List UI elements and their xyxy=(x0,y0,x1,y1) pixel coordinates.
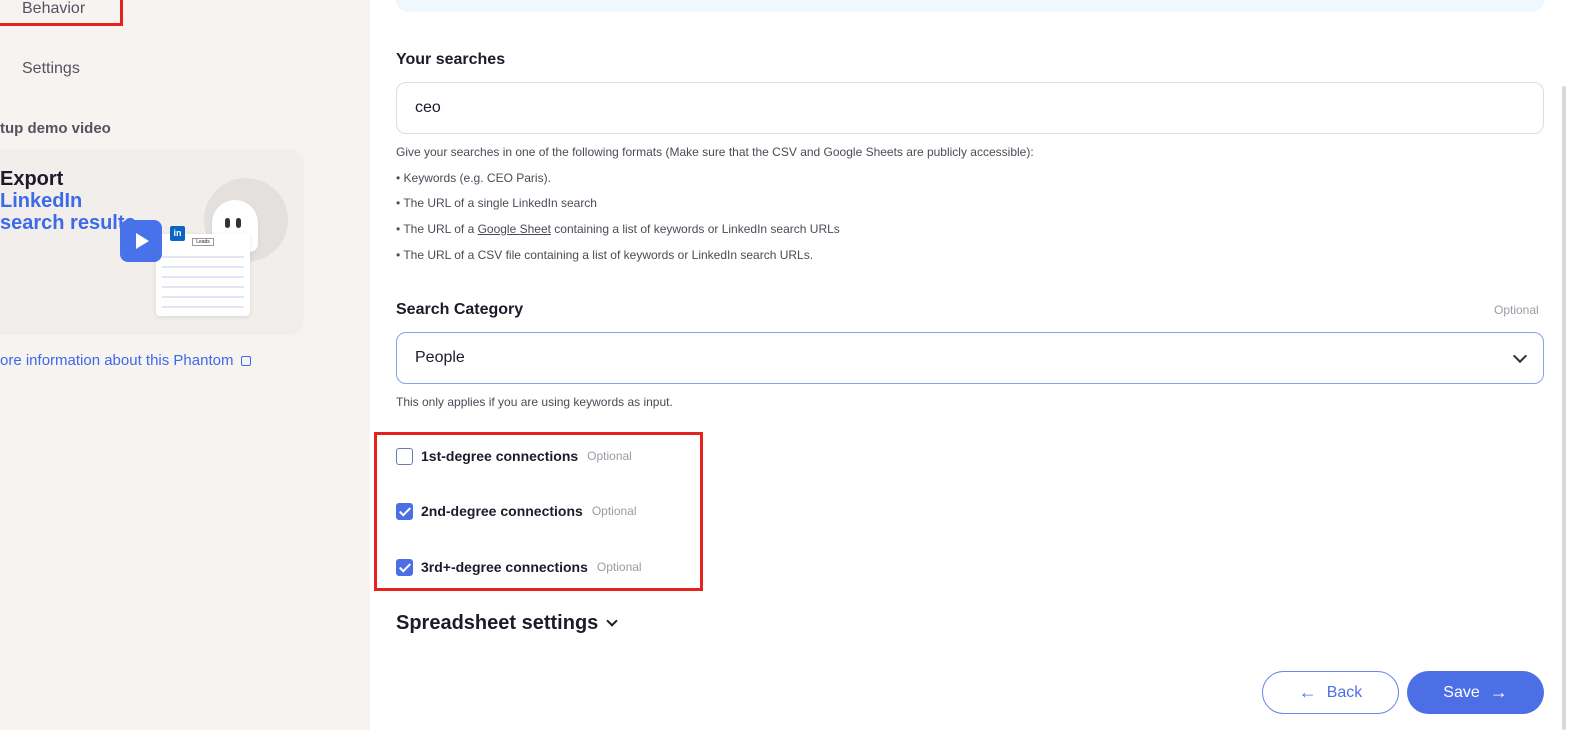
searches-label: Your searches xyxy=(396,51,506,68)
chevron-down-icon xyxy=(606,615,618,627)
external-link-icon xyxy=(241,356,252,366)
demo-video-title: tup demo video xyxy=(0,120,111,137)
back-button[interactable]: ← Back xyxy=(1262,671,1399,714)
category-help: This only applies if you are using keywo… xyxy=(396,395,673,409)
searches-help-bullet: • The URL of a Google Sheet containing a… xyxy=(396,222,840,236)
spreadsheet-settings-label: Spreadsheet settings xyxy=(396,612,599,634)
scrollbar[interactable] xyxy=(1562,86,1566,730)
spreadsheet-illustration: Leads xyxy=(156,234,250,316)
search-category-select[interactable]: People xyxy=(396,332,1544,384)
help-text: • The URL of a xyxy=(396,222,478,236)
help-text: containing a list of keywords or LinkedI… xyxy=(550,222,840,236)
search-category-label: Search Category xyxy=(396,301,524,318)
checkbox-2nd-degree[interactable]: 2nd-degree connections Optional xyxy=(396,502,637,520)
optional-tag: Optional xyxy=(591,504,637,518)
sidebar: Behavior Settings tup demo video Export … xyxy=(0,0,370,730)
optional-tag: Optional xyxy=(596,560,642,574)
more-info-label: ore information about this Phantom xyxy=(0,352,234,369)
google-sheet-link[interactable]: Google Sheet xyxy=(478,222,551,236)
checkbox-label: 3rd+-degree connections xyxy=(421,559,588,575)
linkedin-icon: in xyxy=(170,226,185,241)
searches-help-bullet: • The URL of a CSV file containing a lis… xyxy=(396,248,814,262)
save-label: Save xyxy=(1443,683,1480,701)
arrow-right-icon: → xyxy=(1489,682,1508,702)
save-button[interactable]: Save → xyxy=(1407,671,1544,714)
searches-help-bullet: • Keywords (e.g. CEO Paris). xyxy=(396,171,551,185)
checkbox-1st-degree[interactable]: 1st-degree connections Optional xyxy=(396,447,632,465)
card-heading-line: search results xyxy=(0,212,136,234)
card-heading-line: Export xyxy=(0,168,64,190)
highlight-annotation xyxy=(0,0,123,26)
spreadsheet-settings-toggle[interactable]: Spreadsheet settings xyxy=(396,612,618,635)
checkbox-checked-icon[interactable] xyxy=(396,502,413,520)
checkbox-icon[interactable] xyxy=(396,447,413,465)
info-banner xyxy=(396,0,1544,12)
nav-item-settings[interactable]: Settings xyxy=(22,60,80,78)
demo-video-card[interactable]: Export LinkedIn search results Leads in xyxy=(0,150,302,332)
searches-help-bullet: • The URL of a single LinkedIn search xyxy=(396,196,597,210)
checkbox-checked-icon[interactable] xyxy=(396,558,413,576)
card-heading: Export LinkedIn search results xyxy=(0,168,136,234)
searches-help-intro: Give your searches in one of the followi… xyxy=(396,145,1034,159)
card-heading-line: LinkedIn xyxy=(0,190,83,212)
checkbox-label: 1st-degree connections xyxy=(421,448,579,464)
more-info-link[interactable]: ore information about this Phantom xyxy=(0,352,252,369)
searches-input[interactable] xyxy=(396,82,1544,134)
sheet-tag: Leads xyxy=(192,238,214,246)
optional-tag: Optional xyxy=(1494,303,1539,317)
optional-tag: Optional xyxy=(587,449,632,463)
checkbox-3rd-degree[interactable]: 3rd+-degree connections Optional xyxy=(396,558,642,576)
back-label: Back xyxy=(1326,683,1363,701)
arrow-left-icon: ← xyxy=(1298,682,1317,702)
chevron-down-icon xyxy=(1512,348,1528,364)
nav-item-label: Settings xyxy=(22,60,80,77)
select-value: People xyxy=(415,349,465,366)
checkbox-label: 2nd-degree connections xyxy=(421,503,583,519)
play-icon[interactable] xyxy=(120,220,162,262)
